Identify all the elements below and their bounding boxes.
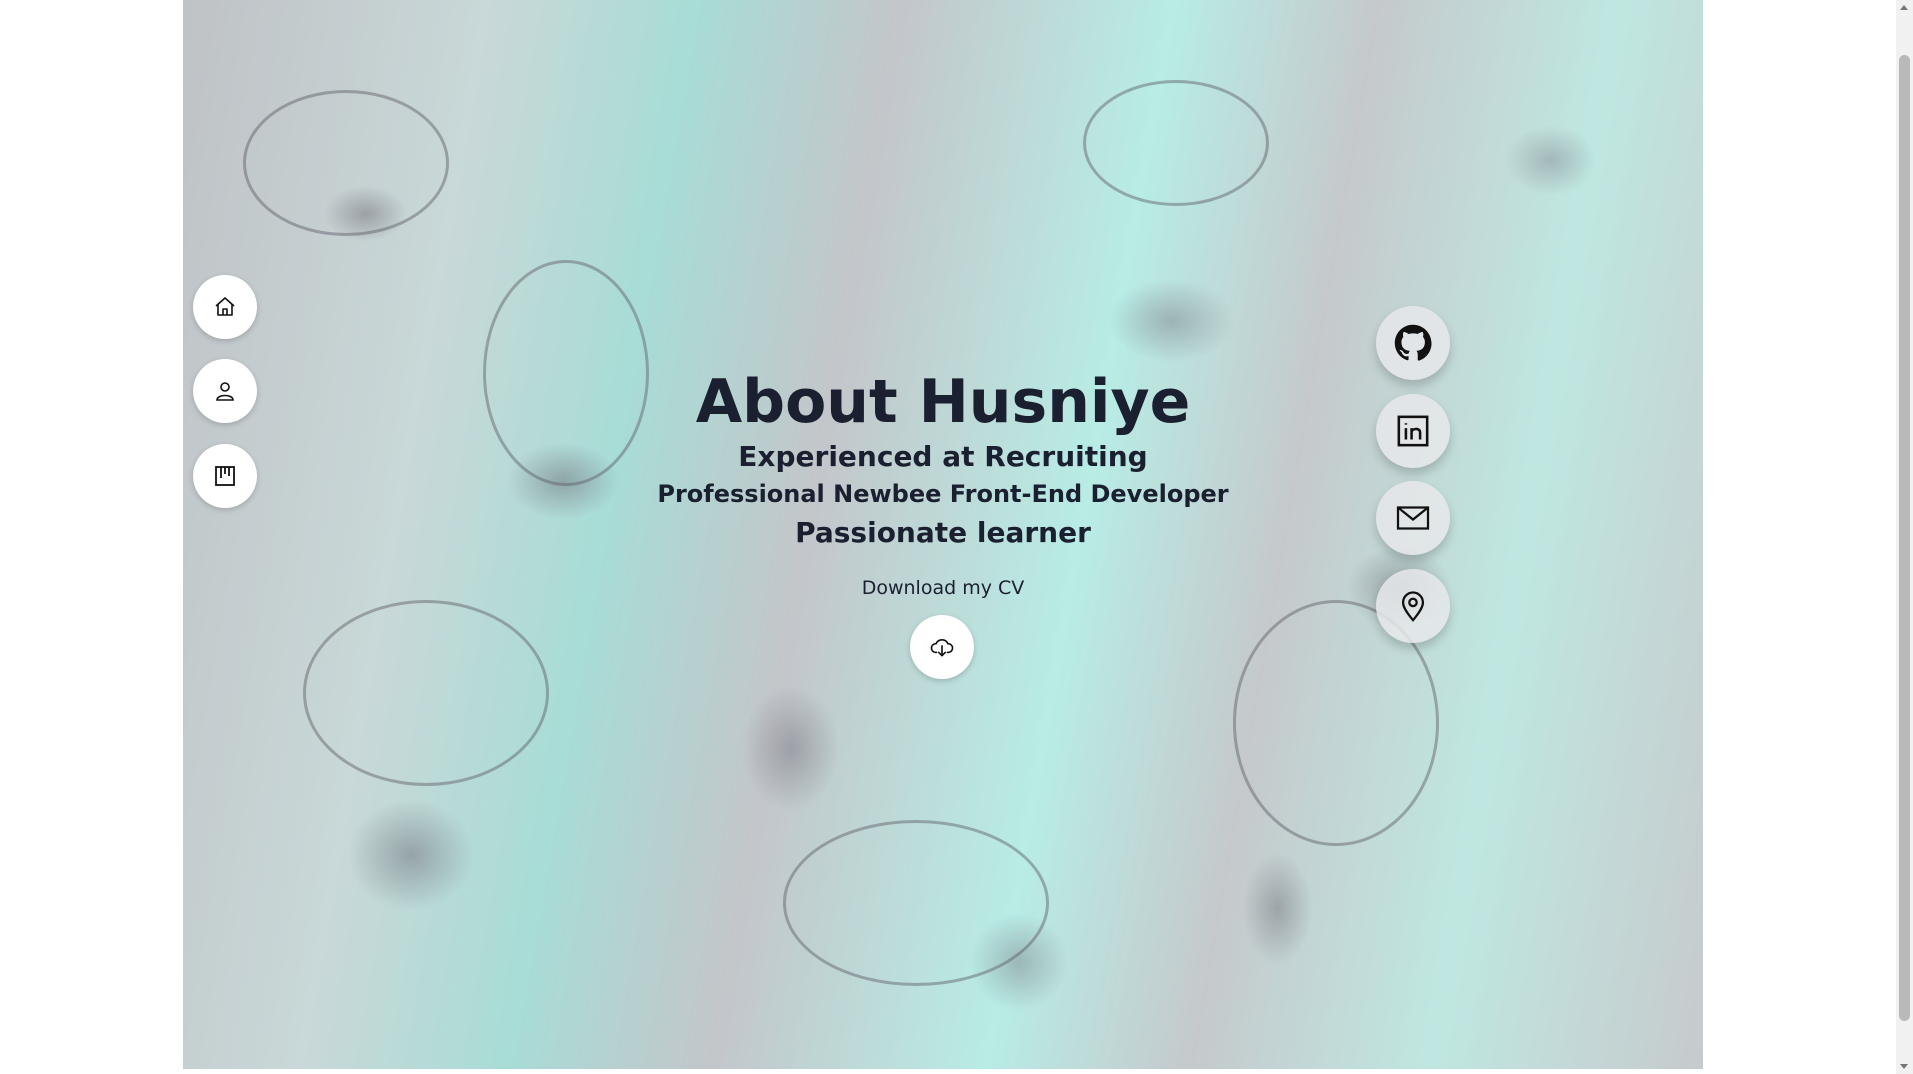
scroll-thumb[interactable]: [1899, 55, 1910, 1021]
scroll-up-arrow-icon[interactable]: [1900, 5, 1908, 10]
marble-vein: [1083, 80, 1269, 206]
subtitle-developer: Professional Newbee Front-End Developer: [657, 480, 1229, 508]
nav-home-button[interactable]: [193, 275, 257, 339]
download-cv-label: Download my CV: [861, 577, 1025, 599]
person-icon: [216, 382, 234, 401]
cloud-download-icon: [930, 639, 954, 657]
download-cv-button[interactable]: [910, 615, 974, 679]
board-icon: [215, 466, 235, 486]
vertical-scrollbar[interactable]: [1896, 0, 1913, 1074]
github-button[interactable]: [1376, 306, 1450, 380]
map-pin-icon: [1401, 591, 1425, 622]
subtitle-recruiting: Experienced at Recruiting: [738, 440, 1148, 473]
page-title: About Husniye: [695, 367, 1191, 437]
marble-vein: [303, 600, 549, 786]
mail-icon: [1396, 506, 1430, 530]
marble-vein: [243, 90, 449, 236]
location-button[interactable]: [1376, 569, 1450, 643]
scroll-down-arrow-icon[interactable]: [1900, 1064, 1908, 1069]
github-icon: [1394, 324, 1432, 361]
nav-projects-button[interactable]: [193, 444, 257, 508]
home-icon: [215, 297, 235, 316]
marble-vein: [783, 820, 1049, 986]
subtitle-learner: Passionate learner: [795, 516, 1091, 549]
linkedin-button[interactable]: [1376, 394, 1450, 468]
nav-about-button[interactable]: [193, 359, 257, 423]
email-button[interactable]: [1376, 481, 1450, 555]
linkedin-icon: [1397, 415, 1429, 447]
hero-text: About Husniye Experienced at Recruiting …: [580, 365, 1306, 553]
